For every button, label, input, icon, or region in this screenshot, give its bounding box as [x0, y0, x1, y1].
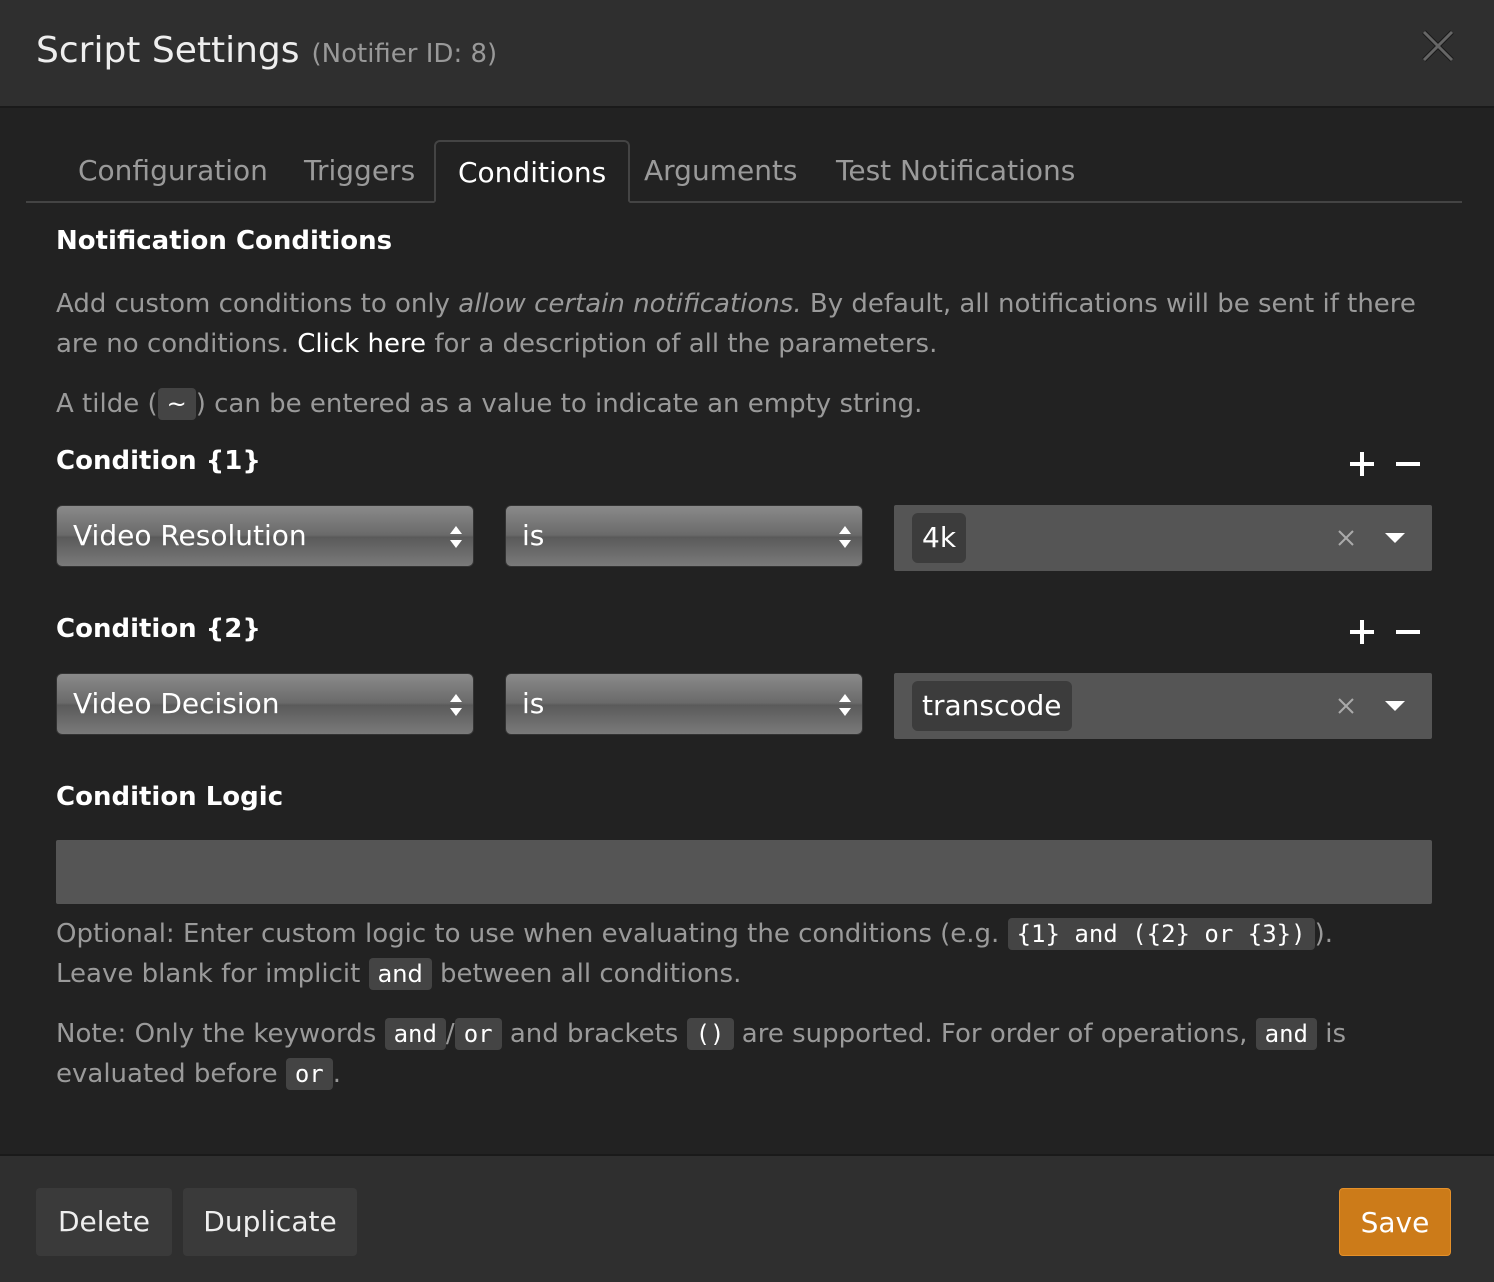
condition-2-controls — [1340, 614, 1430, 650]
tab-conditions[interactable]: Conditions — [434, 140, 631, 203]
condition-2-parameter-value: Video Decision — [73, 687, 280, 720]
select-arrows-icon — [450, 694, 462, 716]
desc-text-3: for a description of all the parameters. — [426, 329, 938, 359]
help-example-code: {1} and ({2} or {3}) — [1007, 918, 1315, 950]
clear-icon[interactable] — [1336, 696, 1356, 716]
condition-1-label: Condition {1} — [56, 446, 261, 476]
duplicate-button[interactable]: Duplicate — [183, 1188, 357, 1256]
note-brackets-code: () — [686, 1018, 734, 1050]
condition-1-operator-select[interactable]: is — [505, 505, 863, 567]
tab-bar: Configuration Triggers Conditions Argume… — [26, 140, 1462, 203]
help-text-3: Leave blank for implicit — [56, 959, 369, 989]
plus-icon — [1350, 620, 1374, 644]
caret-down-icon[interactable] — [1384, 700, 1406, 712]
condition-1-value-chip[interactable]: 4k — [912, 513, 967, 563]
condition-2-operator-select[interactable]: is — [505, 673, 863, 735]
delete-button[interactable]: Delete — [36, 1188, 172, 1256]
tilde-code: ~ — [157, 388, 196, 420]
add-condition-button[interactable] — [1344, 446, 1380, 482]
tilde-text-2: ) can be entered as a value to indicate … — [195, 389, 923, 419]
tab-test-notifications[interactable]: Test Notifications — [814, 140, 1097, 203]
help-text-4: between all conditions. — [431, 959, 742, 989]
remove-condition-button[interactable] — [1390, 614, 1426, 650]
condition-2-value-input[interactable]: transcode — [894, 673, 1432, 739]
note-text-2: and brackets — [501, 1019, 687, 1049]
close-icon — [1422, 30, 1454, 62]
remove-condition-button[interactable] — [1390, 446, 1426, 482]
note-and-code-2: and — [1255, 1018, 1318, 1050]
desc-emphasis: allow certain notifications. — [458, 289, 802, 319]
tilde-note: A tilde (~) can be entered as a value to… — [56, 384, 1446, 424]
modal-title: Script Settings (Notifier ID: 8) — [36, 30, 497, 71]
help-and-code: and — [368, 958, 432, 990]
condition-logic-help: Optional: Enter custom logic to use when… — [56, 914, 1446, 994]
caret-down-icon[interactable] — [1384, 532, 1406, 544]
condition-1-operator-value: is — [522, 519, 545, 552]
tab-triggers[interactable]: Triggers — [282, 140, 437, 203]
minus-icon — [1396, 630, 1420, 634]
condition-2-label: Condition {2} — [56, 614, 261, 644]
note-and-code: and — [384, 1018, 446, 1050]
condition-2-parameter-select[interactable]: Video Decision — [56, 673, 474, 735]
note-slash: / — [445, 1019, 455, 1049]
note-or-code-2: or — [285, 1058, 333, 1090]
condition-logic-input[interactable] — [56, 840, 1432, 904]
minus-icon — [1396, 462, 1420, 466]
condition-1-controls — [1340, 446, 1430, 482]
select-arrows-icon — [839, 526, 851, 548]
close-button[interactable] — [1418, 26, 1458, 66]
condition-2-operator-value: is — [522, 687, 545, 720]
tab-configuration[interactable]: Configuration — [56, 140, 290, 203]
save-button[interactable]: Save — [1339, 1188, 1451, 1256]
note-text-5: . — [332, 1059, 342, 1089]
condition-1-parameter-value: Video Resolution — [73, 519, 307, 552]
condition-2-value-chip[interactable]: transcode — [912, 681, 1072, 731]
condition-logic-note: Note: Only the keywords and / or and brack… — [56, 1014, 1446, 1094]
select-arrows-icon — [839, 694, 851, 716]
notification-conditions-heading: Notification Conditions — [56, 226, 393, 256]
add-condition-button[interactable] — [1344, 614, 1380, 650]
condition-1-value-input[interactable]: 4k — [894, 505, 1432, 571]
select-arrows-icon — [450, 526, 462, 548]
modal-title-text: Script Settings — [36, 30, 300, 71]
condition-1-parameter-select[interactable]: Video Resolution — [56, 505, 474, 567]
plus-icon — [1350, 452, 1374, 476]
note-or-code: or — [454, 1018, 502, 1050]
tab-arguments[interactable]: Arguments — [622, 140, 820, 203]
condition-logic-heading: Condition Logic — [56, 782, 284, 812]
parameters-help-link[interactable]: Click here — [297, 329, 426, 359]
desc-text-1: Add custom conditions to only — [56, 289, 459, 319]
clear-icon[interactable] — [1336, 528, 1356, 548]
modal-footer: Delete Duplicate Save — [0, 1154, 1494, 1282]
tilde-text-1: A tilde ( — [56, 389, 158, 419]
note-text-1: Note: Only the keywords — [56, 1019, 385, 1049]
help-text-2: ). — [1314, 919, 1333, 949]
modal-subtitle: (Notifier ID: 8) — [311, 39, 498, 69]
modal-header: Script Settings (Notifier ID: 8) — [0, 0, 1494, 108]
help-text-1: Optional: Enter custom logic to use when… — [56, 919, 1008, 949]
note-text-3: are supported. For order of operations, — [733, 1019, 1256, 1049]
conditions-description: Add custom conditions to only allow cert… — [56, 284, 1446, 364]
